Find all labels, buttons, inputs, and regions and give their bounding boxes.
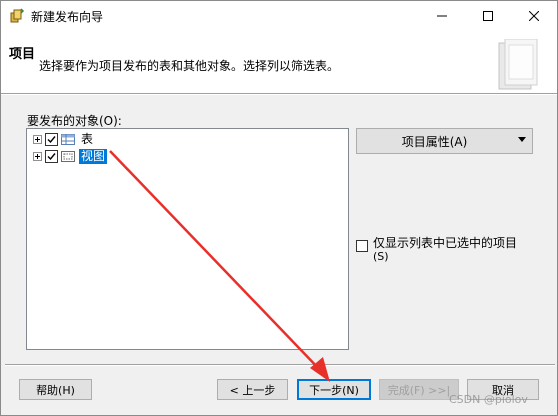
wizard-window: 新建发布向导 项目 选择要作为项目发布的表和其他对象。选择列以筛选表。 要发布的… (0, 0, 558, 416)
view-icon (61, 150, 75, 162)
dropdown-arrow-icon (518, 137, 526, 142)
tree-item-label: 表 (81, 131, 94, 146)
close-button[interactable] (511, 1, 557, 31)
finish-button[interactable]: 完成(F) >>| (379, 379, 459, 400)
table-icon (61, 133, 75, 145)
title-bar: 新建发布向导 (1, 1, 557, 31)
show-checked-only-checkbox[interactable] (356, 240, 368, 252)
wizard-banner-icon (498, 39, 538, 90)
page-title: 项目 (9, 47, 36, 62)
checkmark-icon (47, 135, 56, 143)
watermark: CSDN @piolov (449, 393, 528, 406)
tree-item-tables[interactable]: 表 (33, 131, 95, 147)
tree-item-label: 视图 (79, 148, 108, 164)
article-properties-dropdown[interactable]: 项目属性(A) (356, 128, 533, 154)
views-checkbox[interactable] (45, 149, 58, 163)
window-title: 新建发布向导 (31, 10, 104, 24)
wizard-header: 项目 选择要作为项目发布的表和其他对象。选择列以筛选表。 (1, 31, 557, 93)
article-properties-label: 项目属性(A) (401, 134, 468, 149)
checkmark-icon (47, 152, 56, 160)
header-separator (1, 93, 557, 95)
minimize-icon (437, 15, 447, 17)
expand-icon[interactable] (33, 134, 42, 144)
back-button[interactable]: < 上一步 (217, 379, 288, 400)
minimize-button[interactable] (419, 1, 465, 31)
expand-icon[interactable] (33, 151, 42, 161)
show-checked-only-label[interactable]: 仅显示列表中已选中的项目 (373, 236, 517, 250)
close-icon (529, 11, 539, 21)
tables-checkbox[interactable] (45, 132, 58, 146)
maximize-button[interactable] (465, 1, 511, 31)
maximize-icon (483, 11, 493, 21)
footer-separator (5, 364, 555, 366)
wizard-app-icon (10, 8, 25, 23)
page-description: 选择要作为项目发布的表和其他对象。选择列以筛选表。 (39, 59, 340, 73)
help-button[interactable]: 帮助(H) (19, 379, 92, 400)
tree-item-views[interactable]: 视图 (33, 148, 108, 164)
objects-label: 要发布的对象(O): (27, 114, 122, 128)
show-checked-only-accesskey: (S) (373, 250, 389, 263)
next-button[interactable]: 下一步(N) (297, 379, 371, 400)
objects-tree[interactable]: 表 视图 (26, 128, 349, 350)
